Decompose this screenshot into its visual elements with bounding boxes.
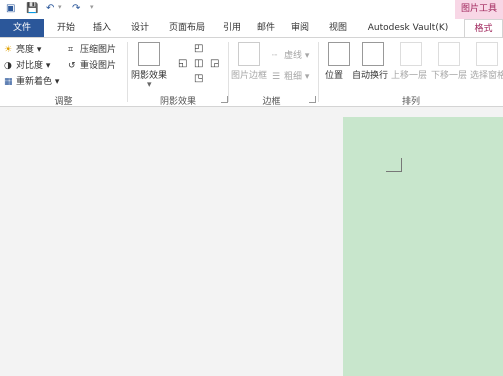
shadow-dialog-launcher-icon[interactable] (221, 96, 228, 103)
weight-label: 粗细 (284, 72, 303, 82)
brightness-button[interactable]: ☀ 亮度 ▾ (4, 42, 41, 56)
recolor-button[interactable]: ▦ 重新着色 ▾ (4, 74, 59, 88)
wrap-text-icon (362, 42, 384, 66)
document-page[interactable] (343, 117, 503, 376)
recolor-icon: ▦ (4, 76, 13, 87)
nudge-shadow-down-icon[interactable]: ◳ (194, 73, 203, 84)
save-icon[interactable]: 💾 (26, 3, 38, 14)
reset-picture-button[interactable]: ↺ 重设图片 (68, 58, 117, 72)
redo-icon[interactable]: ↷ (72, 3, 80, 14)
crop-mark (386, 171, 402, 172)
ribbon: ☀ 亮度 ▾ ◑ 对比度 ▾ ▦ 重新着色 ▾ ⌗ 压缩图片 ↺ 重设图片 调整 阴影效果… (0, 37, 503, 107)
group-divider (318, 42, 319, 102)
compress-icon: ⌗ (68, 44, 74, 55)
compress-label: 压缩图片 (80, 45, 117, 55)
tab-format[interactable]: 格式 (464, 19, 503, 38)
tab-review[interactable]: 审阅 (286, 19, 314, 37)
recolor-label: 重新着色 (16, 77, 53, 87)
shadow-group-label: 阴影效果 (159, 97, 196, 107)
group-divider (127, 42, 128, 102)
send-backward-icon (438, 42, 460, 66)
tab-home[interactable]: 开始 (50, 19, 82, 37)
group-divider (228, 42, 229, 102)
picture-border-button[interactable]: 图片边框 (231, 68, 267, 81)
tab-autodesk-vault[interactable]: Autodesk Vault(K) (362, 19, 454, 37)
contrast-icon: ◑ (4, 60, 12, 71)
shadow-effects-dropdown-icon: ▾ (147, 80, 152, 90)
shadow-effects-icon (138, 42, 160, 66)
selection-pane-icon (476, 42, 498, 66)
selection-pane-button[interactable]: 选择窗格 (470, 68, 503, 81)
undo-icon[interactable]: ↶ (46, 3, 54, 14)
dashes-button[interactable]: ┈ 虚线 ▾ (272, 48, 309, 62)
contrast-button[interactable]: ◑ 对比度 ▾ (4, 58, 50, 72)
wrap-text-button[interactable]: 自动换行 (352, 68, 388, 81)
weight-button[interactable]: ☰ 粗细 ▾ (272, 69, 309, 83)
brightness-label: 亮度 (16, 45, 35, 55)
position-button[interactable]: 位置 (325, 68, 343, 81)
bring-forward-button[interactable]: 上移一层 (391, 68, 427, 81)
app-icon: ▣ (6, 3, 16, 14)
nudge-shadow-up-icon[interactable]: ◰ (194, 43, 203, 54)
undo-dropdown-icon[interactable]: ▾ (58, 3, 62, 11)
tab-mailings[interactable]: 邮件 (252, 19, 280, 37)
send-backward-button[interactable]: 下移一层 (431, 68, 467, 81)
dashes-label: 虚线 (284, 51, 303, 61)
crop-mark (401, 158, 402, 172)
dashes-icon: ┈ (272, 50, 278, 61)
tab-page-layout[interactable]: 页面布局 (162, 19, 212, 37)
tab-references[interactable]: 引用 (218, 19, 246, 37)
brightness-icon: ☀ (4, 44, 13, 55)
border-group-label: 边框 (262, 97, 281, 107)
border-dialog-launcher-icon[interactable] (309, 96, 316, 103)
picture-tools-label: 图片工具 (455, 0, 503, 19)
customize-icon[interactable]: ▾ (90, 3, 94, 11)
ribbon-tabs: 文件 开始 插入 设计 页面布局 引用 邮件 审阅 视图 Autodesk Va… (0, 19, 503, 38)
picture-border-label: 图片边框 (231, 71, 268, 81)
quick-access-toolbar: ▣ 💾 ↶ ▾ ↷ ▾ 图片工具 (0, 0, 503, 19)
arrange-group-label: 排列 (401, 97, 420, 107)
tab-file[interactable]: 文件 (0, 19, 44, 37)
compress-pictures-button[interactable]: ⌗ 压缩图片 (68, 42, 117, 56)
nudge-shadow-left-icon[interactable]: ◱ (178, 58, 187, 69)
adjust-group-label: 调整 (54, 97, 73, 107)
tab-view[interactable]: 视图 (324, 19, 352, 37)
position-icon (328, 42, 350, 66)
picture-border-icon (238, 42, 260, 66)
shadow-toggle-icon[interactable]: ◫ (194, 58, 203, 69)
bring-forward-icon (400, 42, 422, 66)
nudge-shadow-right-icon[interactable]: ◲ (210, 58, 219, 69)
reset-label: 重设图片 (80, 61, 117, 71)
weight-icon: ☰ (272, 71, 281, 82)
tab-design[interactable]: 设计 (124, 19, 156, 37)
reset-icon: ↺ (68, 60, 76, 71)
contrast-label: 对比度 (16, 61, 44, 71)
tab-insert[interactable]: 插入 (86, 19, 118, 37)
